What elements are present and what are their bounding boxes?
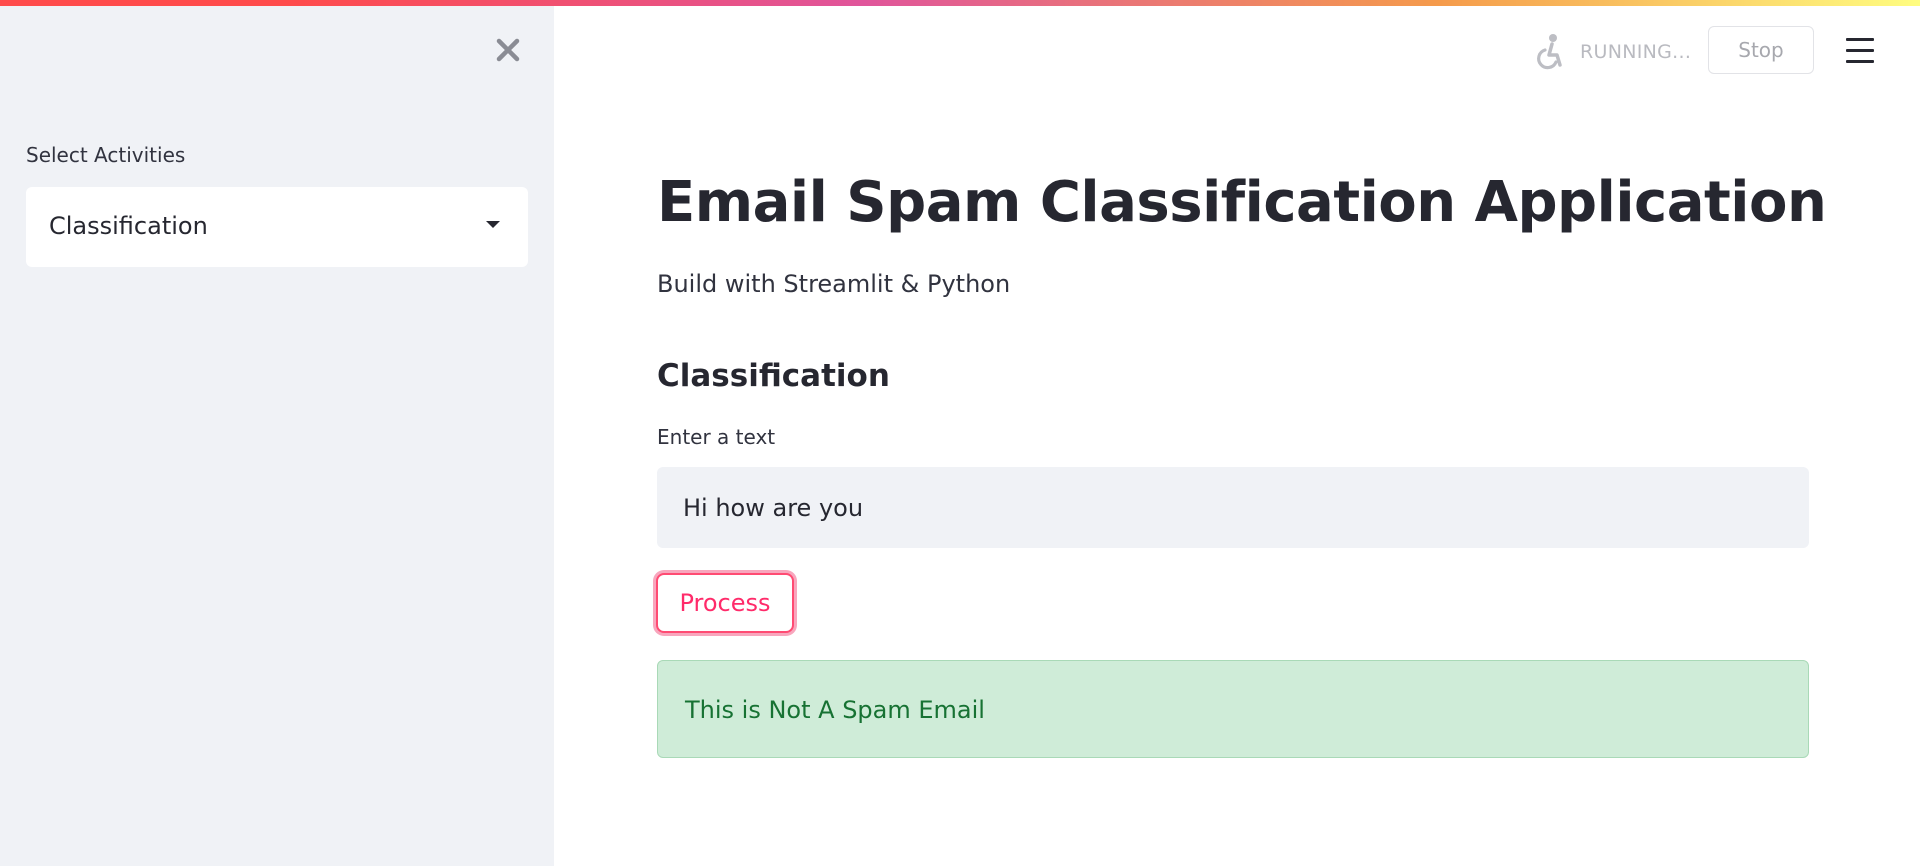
activity-select[interactable]: Classification (26, 187, 528, 267)
text-input-label: Enter a text (657, 425, 776, 449)
stop-button[interactable]: Stop (1708, 26, 1814, 74)
chevron-down-icon (486, 221, 500, 228)
page-subtitle: Build with Streamlit & Python (657, 270, 1011, 298)
top-decoration-stripe (0, 0, 1920, 6)
page-title: Email Spam Classification Application (657, 170, 1827, 235)
running-status: RUNNING... (1532, 32, 1691, 72)
activity-select-value: Classification (49, 212, 208, 240)
running-status-text: RUNNING... (1580, 41, 1692, 63)
result-message: This is Not A Spam Email (685, 696, 985, 724)
sidebar: Select Activities Classification (0, 0, 554, 866)
text-input[interactable] (657, 467, 1809, 548)
process-button[interactable]: Process (656, 573, 794, 633)
running-man-icon (1537, 34, 1562, 70)
select-activities-label: Select Activities (26, 143, 186, 167)
section-heading: Classification (657, 358, 890, 394)
close-icon[interactable] (492, 34, 524, 66)
hamburger-menu-icon[interactable] (1846, 38, 1874, 64)
result-alert: This is Not A Spam Email (657, 660, 1809, 758)
